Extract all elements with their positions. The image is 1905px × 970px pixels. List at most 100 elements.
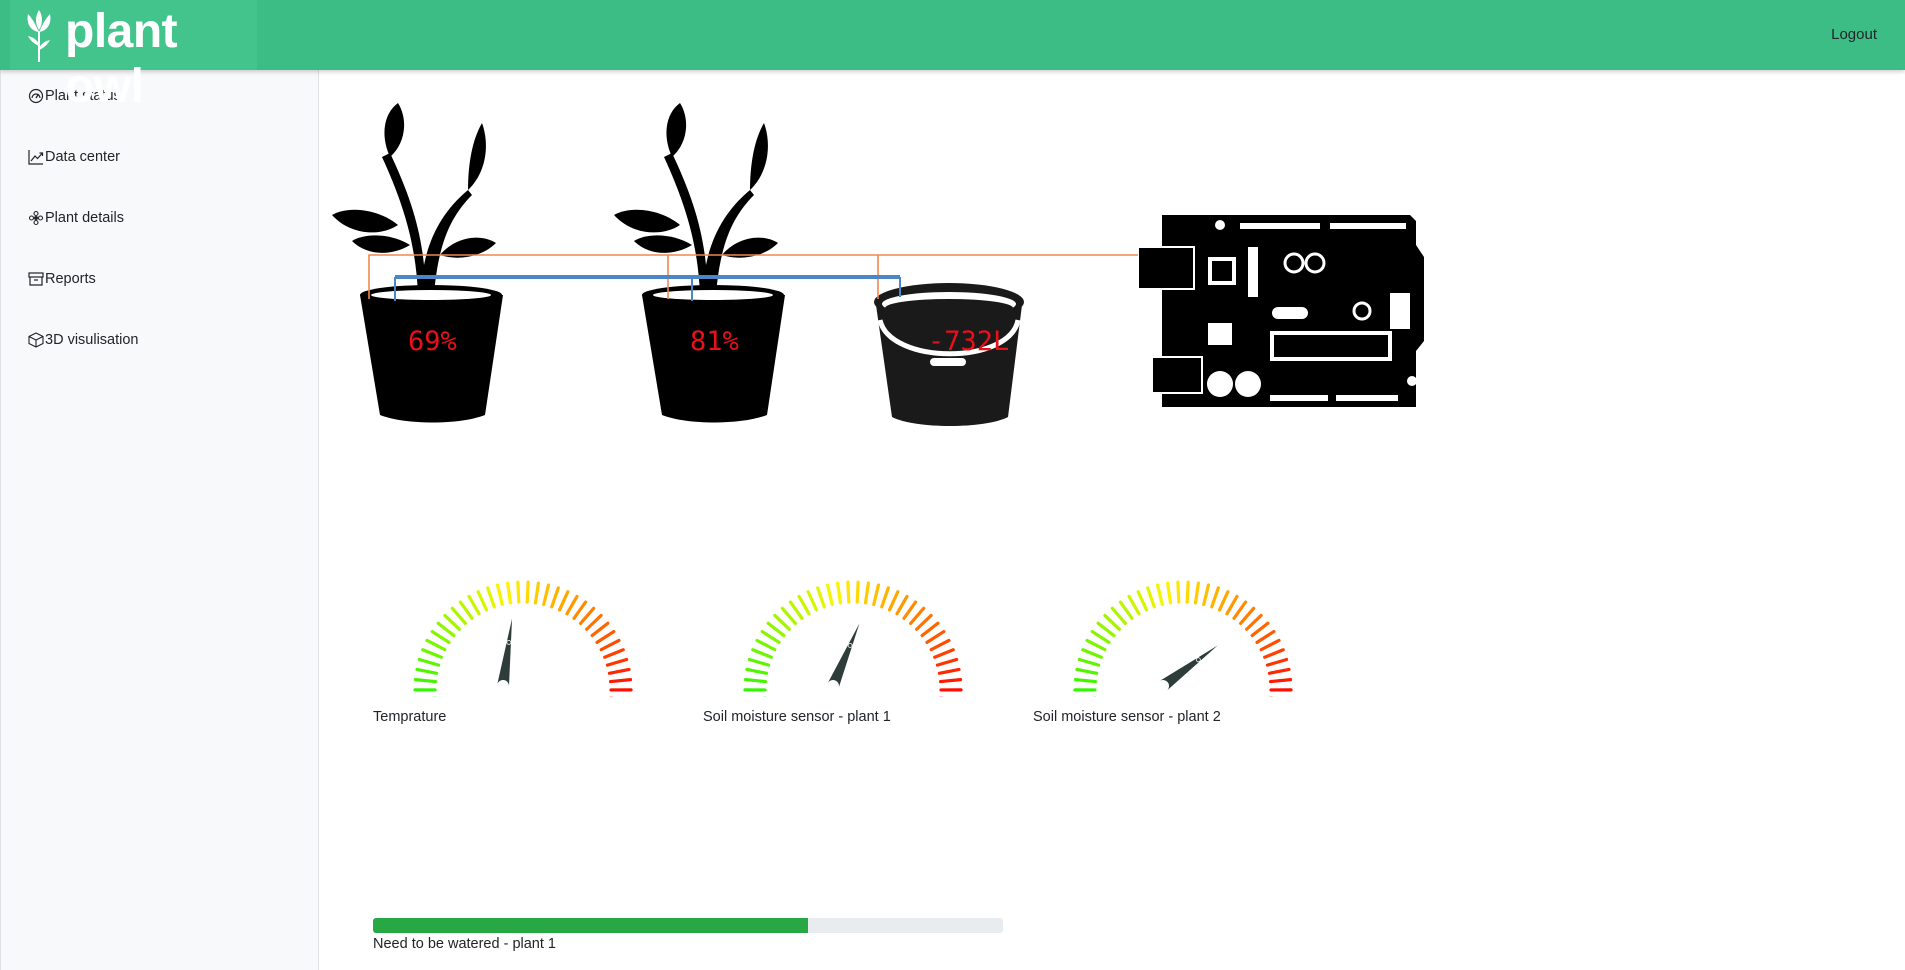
gauge-tick <box>605 657 629 667</box>
gauge-tick <box>595 629 616 644</box>
potted-plant-1-icon <box>332 103 503 423</box>
sidebar-item-plant-details[interactable]: Plant details <box>28 207 124 229</box>
gauge-tick <box>608 678 633 684</box>
gauge-tick <box>486 586 496 609</box>
gauge-tick <box>872 583 881 607</box>
gauge-tick <box>603 648 625 659</box>
gauge-tick <box>525 580 530 604</box>
gauge-tick <box>516 580 521 604</box>
sidebar-item-label: Data center <box>45 149 120 165</box>
sidebar-item-reports[interactable]: Reports <box>28 268 96 290</box>
sidebar-item-label: Plant details <box>45 210 124 226</box>
gauge-tick <box>579 606 596 626</box>
gauge-tick <box>550 586 560 609</box>
gauge-tick <box>915 613 933 631</box>
gauge-tick <box>825 583 834 607</box>
sidebar-item-3d-visualisation[interactable]: 3D visulisation <box>28 329 139 351</box>
gauge-tick <box>816 586 826 609</box>
gauge-tick <box>436 621 456 638</box>
gauge-tick <box>1103 613 1121 631</box>
gauge-tick <box>895 594 909 616</box>
gauge-tick <box>1232 600 1248 620</box>
gauge-tick <box>1217 590 1230 612</box>
gauge-tick <box>565 594 579 616</box>
temperature-gauge-label: Temprature <box>373 709 447 725</box>
gauge-tick <box>1250 621 1270 638</box>
logout-link[interactable]: Logout <box>1831 26 1877 43</box>
gauge-tick <box>788 600 804 620</box>
gauge-tick <box>760 629 781 644</box>
gauge-tick <box>458 600 474 620</box>
gauge-tick <box>1210 586 1220 609</box>
gauge-needle <box>1159 645 1218 691</box>
tank-level-value: -732L <box>928 326 1009 357</box>
watering-progress-bar <box>373 918 1003 933</box>
gauge-tick <box>599 638 621 652</box>
gauge-tick <box>413 678 438 684</box>
gauge-tick <box>1096 621 1116 638</box>
gauge-tick <box>425 638 447 652</box>
brand-name: plant owl <box>65 5 178 113</box>
gauge-tick <box>1245 613 1263 631</box>
gauge-tick <box>1193 581 1200 605</box>
gauge-tick <box>1085 638 1107 652</box>
gauge-tick <box>1268 678 1293 684</box>
gauge-tick <box>887 590 900 612</box>
gauge-tick <box>937 667 961 675</box>
gauge-tick <box>1239 606 1256 626</box>
gauge-tick <box>607 667 631 675</box>
gauge-tick <box>590 621 610 638</box>
plant-system-diagram: 69% 81% -732L <box>332 103 1424 426</box>
gauge-tick <box>1225 594 1239 616</box>
gauge-tick <box>751 648 773 659</box>
gauge-tick <box>902 600 918 620</box>
tulip-logo-icon <box>27 10 51 62</box>
gauge-tick <box>542 583 551 607</box>
gauge-tick <box>1077 657 1101 667</box>
gauge-tick <box>806 590 819 612</box>
gauge-tick <box>929 638 951 652</box>
watering-progress-fill <box>373 918 808 933</box>
gauge-tick <box>909 606 926 626</box>
gauge-tick <box>938 678 963 684</box>
gauge-tick <box>773 613 791 631</box>
top-navbar: plant owl Logout <box>0 0 1905 113</box>
gauge-tick <box>1267 667 1291 675</box>
sidebar-item-data-center[interactable]: Data center <box>28 146 120 168</box>
gauge-tick <box>1073 678 1098 684</box>
gauge-tick <box>1110 606 1127 626</box>
gauge-tick <box>1155 583 1164 607</box>
gauge-tick <box>755 638 777 652</box>
gauge-tick <box>1090 629 1111 644</box>
gauge-tick <box>855 580 860 604</box>
gauge-tick <box>745 667 769 675</box>
gauge-tick <box>467 594 481 616</box>
gauge-tick <box>920 621 940 638</box>
brand-link[interactable]: plant owl <box>10 0 257 113</box>
soil-moisture-plant-2-label: Soil moisture sensor - plant 2 <box>1033 709 1221 725</box>
box-icon <box>28 332 44 348</box>
gauge-needle <box>497 618 513 687</box>
flower-icon <box>28 210 44 226</box>
arduino-board-icon <box>1137 215 1424 407</box>
gauge-tick <box>1259 638 1281 652</box>
gauge-tick <box>846 580 851 604</box>
speedometer-icon <box>28 88 44 104</box>
soil-moisture-plant-2-gauge <box>1073 580 1293 697</box>
gauge-tick <box>506 581 513 605</box>
gauge-tick <box>495 583 504 607</box>
gauge-tick <box>557 590 570 612</box>
temperature-gauge <box>413 580 633 697</box>
gauge-needle <box>827 623 860 689</box>
gauge-tick <box>880 586 890 609</box>
gauge-tick <box>747 657 771 667</box>
gauge-tick <box>1265 657 1289 667</box>
gauge-tick <box>585 613 603 631</box>
gauge-tick <box>476 590 489 612</box>
gauge-tick <box>1263 648 1285 659</box>
gauge-tick <box>797 594 811 616</box>
gauge-tick <box>1127 594 1141 616</box>
gauge-tick <box>415 667 439 675</box>
gauge-tick <box>1075 667 1099 675</box>
gauge-tick <box>925 629 946 644</box>
